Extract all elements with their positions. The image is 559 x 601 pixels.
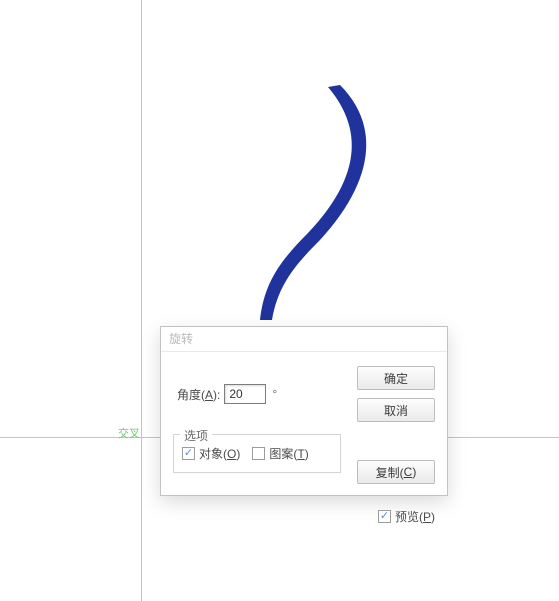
preview-checkbox[interactable]: ✓ 预览(P) <box>357 508 435 525</box>
selected-path <box>260 85 390 335</box>
ok-button[interactable]: 确定 <box>357 366 435 390</box>
dialog-body: 角度(A): ° 选项 ✓ 对象(O) ✓ 图案(T) <box>161 352 447 537</box>
copy-button[interactable]: 复制(C) <box>357 460 435 484</box>
artboard: 交叉 旋转 角度(A): ° 选项 ✓ 对象(O) <box>0 0 559 601</box>
button-spacer <box>357 430 435 452</box>
guide-vertical[interactable] <box>141 0 142 601</box>
patterns-checkbox[interactable]: ✓ 图案(T) <box>252 445 308 462</box>
rotate-dialog: 旋转 角度(A): ° 选项 ✓ 对象(O) ✓ <box>160 326 448 496</box>
objects-checkbox[interactable]: ✓ 对象(O) <box>182 445 240 462</box>
options-legend: 选项 <box>180 427 212 444</box>
checkbox-icon: ✓ <box>182 447 195 460</box>
checkbox-icon: ✓ <box>252 447 265 460</box>
smartguide-intersection-label: 交叉 <box>118 425 140 441</box>
dialog-buttons-column: 确定 取消 复制(C) ✓ 预览(P) <box>357 366 435 525</box>
angle-row: 角度(A): ° <box>177 384 341 404</box>
angle-label: 角度(A): <box>177 386 220 403</box>
options-groupbox: 选项 ✓ 对象(O) ✓ 图案(T) <box>173 434 341 473</box>
degree-symbol: ° <box>272 387 277 401</box>
objects-checkbox-label: 对象(O) <box>199 445 240 462</box>
cancel-button[interactable]: 取消 <box>357 398 435 422</box>
dialog-title: 旋转 <box>161 327 447 352</box>
angle-input[interactable] <box>224 384 266 404</box>
preview-checkbox-label: 预览(P) <box>395 508 435 525</box>
dialog-left-column: 角度(A): ° 选项 ✓ 对象(O) ✓ 图案(T) <box>173 366 341 525</box>
checkbox-icon: ✓ <box>378 510 391 523</box>
patterns-checkbox-label: 图案(T) <box>269 445 308 462</box>
